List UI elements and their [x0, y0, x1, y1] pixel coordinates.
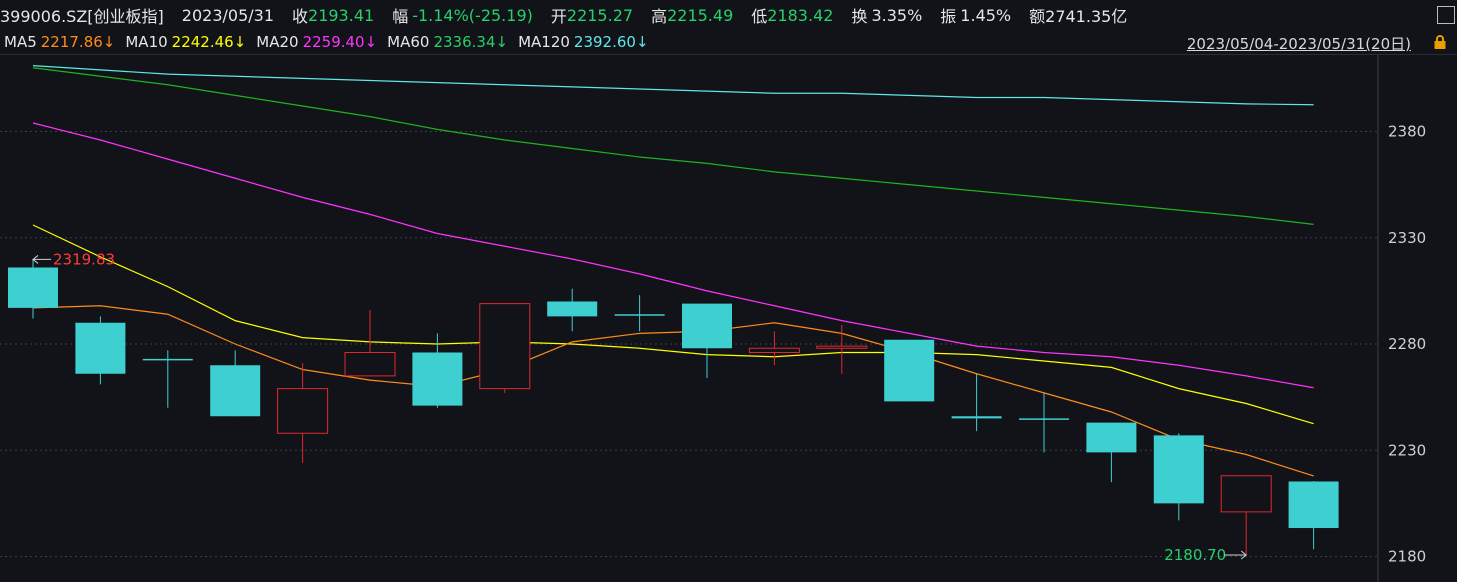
candle-body-down — [547, 301, 598, 317]
candle-body-down — [75, 322, 126, 374]
amplitude-label: 振 — [940, 7, 957, 26]
candle-body-down — [1019, 418, 1069, 420]
candle-body-down — [682, 303, 732, 349]
ma10-value: 2242.46↓ — [171, 33, 247, 51]
low-annotation: 2180.70 — [1164, 546, 1226, 564]
open-label: 开 — [550, 7, 567, 26]
ma5-value: 2217.86↓ — [40, 33, 116, 51]
ma120-line — [32, 65, 1314, 106]
ma20-label: MA20 — [256, 33, 299, 51]
candle-body-down — [614, 314, 665, 316]
y-tick-label: 2230 — [1388, 441, 1426, 459]
low-arrow-icon — [1224, 550, 1248, 560]
turnover-value: 3.35% — [871, 5, 923, 25]
candle-body-down — [1086, 422, 1137, 453]
candle-body-down — [8, 267, 58, 308]
lock-icon[interactable] — [1433, 34, 1447, 50]
candle-body-up — [344, 352, 396, 377]
ma120-value: 2392.60↓ — [573, 33, 649, 51]
candle-body-up — [1220, 475, 1272, 513]
ma20-value: 2259.40↓ — [302, 33, 378, 51]
y-tick-label: 2380 — [1388, 123, 1426, 141]
candle-body-down — [412, 352, 463, 406]
date-label: 2023/05/31 — [181, 5, 274, 25]
turnover-label: 换 — [851, 7, 868, 26]
candle-body-down — [210, 365, 261, 417]
y-tick-label: 2330 — [1388, 229, 1426, 247]
candle-body-down — [1153, 435, 1204, 504]
quote-header: 399006.SZ[创业板指] 2023/05/31 收 2193.41 幅 -… — [0, 0, 1457, 30]
high-annotation: 2319.83 — [53, 250, 115, 268]
date-range-selector[interactable]: 2023/05/04-2023/05/31(20日) — [1187, 33, 1411, 54]
ma120-label: MA120 — [518, 33, 570, 51]
amount-label: 额 — [1029, 7, 1046, 26]
candle-body-down — [951, 416, 1002, 419]
window-toggle-icon[interactable] — [1437, 6, 1455, 24]
candle-body-up — [816, 345, 868, 349]
open-value: 2215.27 — [566, 5, 634, 25]
low-value: 2183.42 — [767, 5, 834, 25]
price-axis: 2180 2230 2280 2330 2380 — [1388, 123, 1426, 566]
symbol-label[interactable]: 399006.SZ[创业板指] — [0, 3, 164, 27]
close-label: 收 — [292, 7, 309, 26]
y-tick-label: 2180 — [1388, 548, 1426, 566]
candle-body-down — [884, 339, 935, 402]
candle-body-up — [748, 347, 800, 353]
change-value: -1.14%(-25.19) — [412, 5, 533, 25]
change-label: 幅 — [392, 7, 409, 26]
ma60-label: MA60 — [387, 33, 430, 51]
amount-value: 2741.35亿 — [1045, 7, 1128, 26]
y-tick-label: 2280 — [1388, 335, 1426, 353]
candlestick-chart[interactable]: 2180 2230 2280 2330 2380 2319.83 2180.70 — [0, 55, 1457, 582]
ma60-value: 2336.34↓ — [433, 33, 509, 51]
low-label: 低 — [751, 7, 768, 26]
ma10-label: MA10 — [125, 33, 168, 51]
ma5-label: MA5 — [4, 33, 37, 51]
high-value: 2215.49 — [667, 5, 734, 25]
candle-body-down — [142, 358, 193, 361]
close-value: 2193.41 — [308, 5, 375, 25]
ma60-line — [32, 67, 1314, 225]
candle-body-up — [277, 388, 329, 434]
candles — [8, 259, 1339, 556]
amplitude-value: 1.45% — [960, 5, 1012, 25]
high-label: 高 — [651, 7, 668, 26]
candle-body-up — [479, 303, 531, 390]
ma20-line — [32, 122, 1314, 389]
candle-body-down — [1288, 481, 1339, 529]
high-arrow-icon — [32, 255, 51, 264]
